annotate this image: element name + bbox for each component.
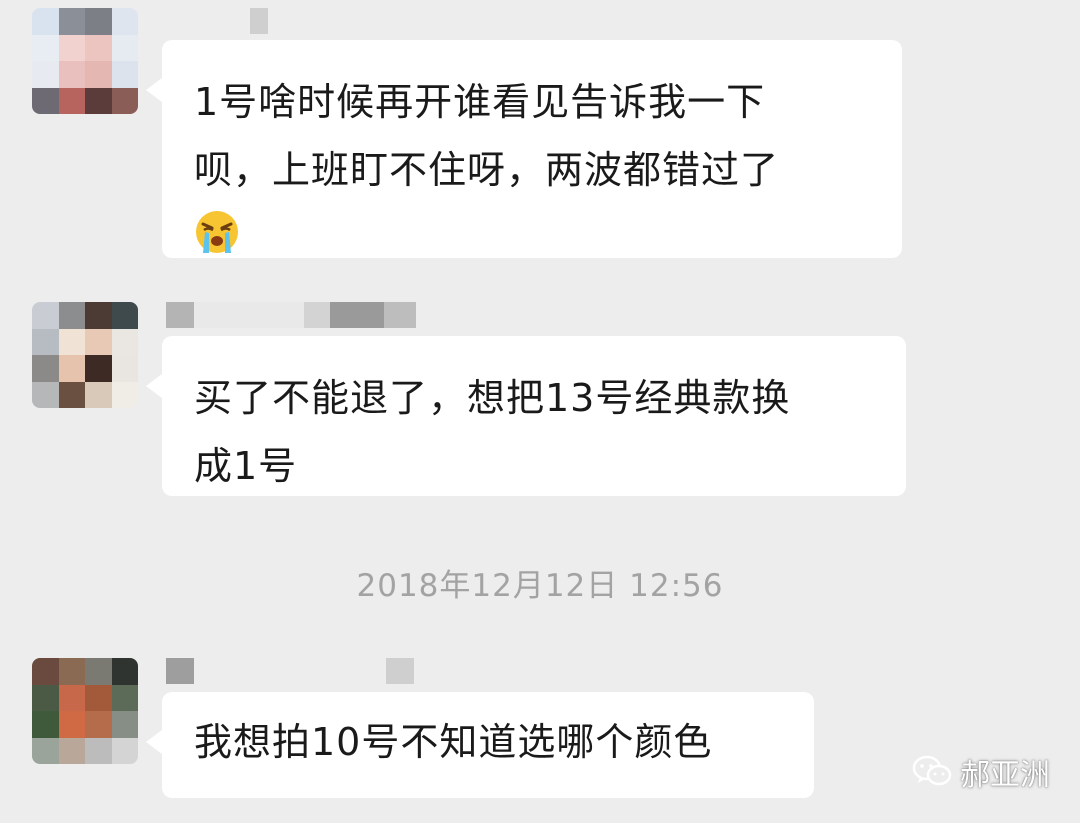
message-bubble-2[interactable]: 买了不能退了，想把13号经典款换 成1号: [146, 336, 906, 496]
sender-name-redacted: [166, 302, 416, 328]
avatar-sender-1[interactable]: [32, 8, 138, 114]
message-text-line: 买了不能退了，想把13号经典款换: [194, 376, 791, 420]
message-text-line: 成1号: [194, 444, 298, 488]
sender-name-redacted: [250, 8, 268, 34]
message-bubble-1[interactable]: 1号啥时候再开谁看见告诉我一下 呗，上班盯不住呀，两波都错过了: [146, 40, 902, 258]
sender-name-redacted: [166, 658, 414, 684]
watermark: 郝亚洲: [912, 750, 1050, 794]
wechat-icon: [912, 755, 952, 786]
message-text-line: 1号啥时候再开谁看见告诉我一下: [194, 80, 766, 124]
avatar-sender-3[interactable]: [32, 658, 138, 764]
chat-timestamp: 2018年12月12日 12:56: [356, 568, 724, 604]
message-bubble-3[interactable]: 我想拍10号不知道选哪个颜色: [146, 692, 814, 798]
watermark-text: 郝亚洲: [960, 758, 1050, 793]
message-text-line: 我想拍10号不知道选哪个颜色: [194, 720, 713, 764]
message-text-line: 呗，上班盯不住呀，两波都错过了: [194, 148, 780, 192]
crying-face-icon: [196, 210, 238, 253]
avatar-sender-2[interactable]: [32, 302, 138, 408]
